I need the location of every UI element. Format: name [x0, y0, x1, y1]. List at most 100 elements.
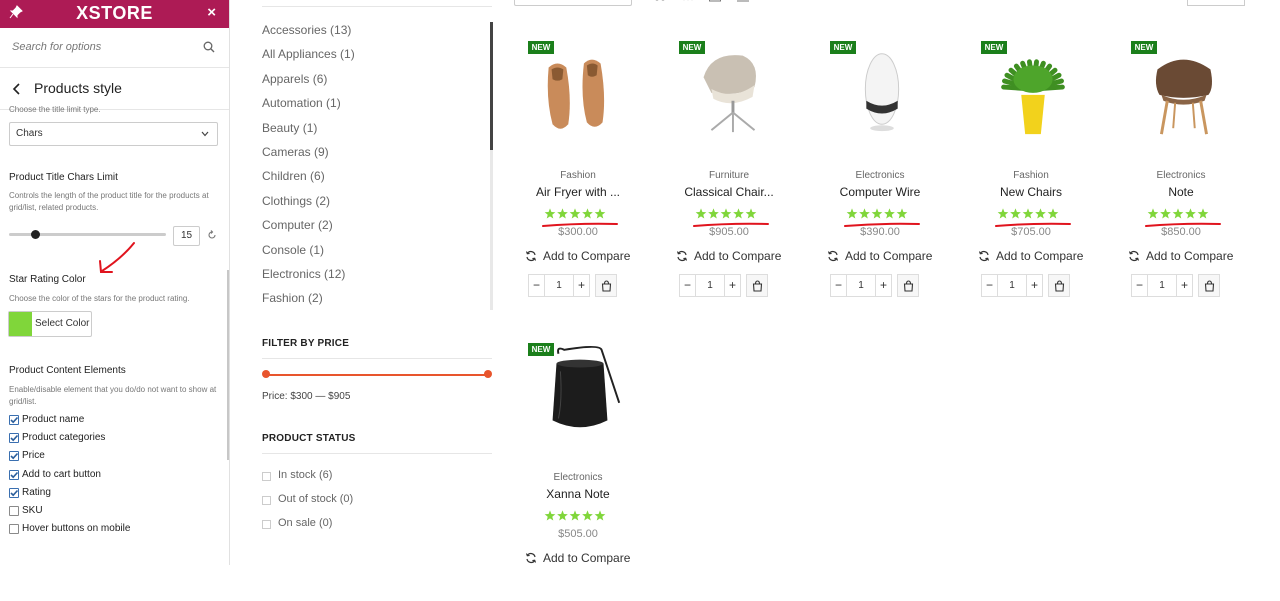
category-link[interactable]: Accessories (13) — [262, 23, 351, 37]
chevron-left-icon[interactable] — [12, 83, 22, 95]
product-card[interactable]: NEW Electronics Xanna Note $505.00 Add to Co… — [523, 341, 673, 601]
checkbox-checked[interactable] — [9, 451, 19, 462]
chars-limit-input[interactable]: 15 — [173, 226, 200, 246]
quantity-decrease-button[interactable]: − — [680, 275, 696, 296]
title-limit-select[interactable]: Chars — [9, 122, 218, 146]
add-to-compare-label: Add to Compare — [543, 551, 631, 565]
product-image[interactable] — [1134, 39, 1232, 139]
checkbox-unchecked[interactable] — [262, 520, 271, 529]
quantity-decrease-button[interactable]: − — [529, 275, 545, 296]
add-to-compare-button[interactable]: Add to Compare — [978, 249, 1098, 263]
add-to-compare-button[interactable]: Add to Compare — [525, 551, 645, 565]
checkbox-checked[interactable] — [9, 433, 19, 444]
add-to-cart-button[interactable] — [1198, 274, 1220, 297]
quantity-value[interactable]: 1 — [847, 275, 875, 296]
grid-3-view-icon[interactable] — [682, 0, 694, 2]
price-min-handle[interactable] — [262, 370, 270, 378]
product-category[interactable]: Furniture — [674, 170, 784, 181]
quantity-value[interactable]: 1 — [545, 275, 573, 296]
add-to-compare-button[interactable]: Add to Compare — [827, 249, 947, 263]
quantity-stepper[interactable]: −1 + — [830, 274, 892, 297]
category-link[interactable]: Children (6) — [262, 169, 325, 183]
product-image[interactable] — [531, 39, 629, 139]
add-to-compare-button[interactable]: Add to Compare — [525, 249, 645, 263]
category-link[interactable]: Electronics (12) — [262, 267, 345, 281]
category-link[interactable]: All Appliances (1) — [262, 47, 355, 61]
category-link[interactable]: Clothings (2) — [262, 194, 330, 208]
add-to-cart-button[interactable] — [746, 274, 768, 297]
quantity-value[interactable]: 1 — [696, 275, 724, 296]
category-link[interactable]: Beauty (1) — [262, 121, 317, 135]
add-to-cart-button[interactable] — [1048, 274, 1070, 297]
category-link[interactable]: Apparels (6) — [262, 72, 327, 86]
product-category[interactable]: Electronics — [825, 170, 935, 181]
product-name[interactable]: Computer Wire — [825, 185, 935, 199]
search-icon[interactable] — [203, 41, 215, 53]
product-image[interactable] — [531, 341, 629, 441]
quantity-increase-button[interactable]: + — [573, 275, 589, 296]
product-card[interactable]: NEW Electronics Computer Wire $390.00 Add to… — [825, 39, 975, 299]
add-to-cart-button[interactable] — [897, 274, 919, 297]
show-per-page-select[interactable] — [1187, 0, 1245, 6]
sidebar-scrollbar[interactable] — [227, 270, 229, 460]
product-name[interactable]: Note — [1126, 185, 1236, 199]
quantity-decrease-button[interactable]: − — [1132, 275, 1148, 296]
product-name[interactable]: Xanna Note — [523, 487, 633, 501]
quantity-value[interactable]: 1 — [1148, 275, 1176, 296]
checkbox-checked[interactable] — [9, 415, 19, 425]
checkbox-checked[interactable] — [9, 469, 19, 480]
price-max-handle[interactable] — [484, 370, 492, 378]
checkbox-unchecked[interactable] — [262, 472, 271, 481]
search-input[interactable] — [10, 40, 190, 54]
list-view-icon[interactable] — [737, 0, 749, 2]
checkbox-unchecked[interactable] — [262, 496, 271, 505]
product-card[interactable]: NEW Fashion New Chairs $705.00 Add to Compar… — [976, 39, 1126, 299]
quantity-increase-button[interactable]: + — [875, 275, 891, 296]
product-card[interactable]: NEW Electronics Note $850.00 Add to Compare −… — [1126, 39, 1276, 299]
product-category[interactable]: Electronics — [523, 472, 633, 483]
product-card[interactable]: NEW Fashion Air Fryer with ... $300.00 Add t… — [523, 39, 673, 299]
product-name[interactable]: Classical Chair... — [674, 185, 784, 199]
quantity-decrease-button[interactable]: − — [831, 275, 847, 296]
category-link[interactable]: Computer (2) — [262, 218, 333, 232]
grid-4-view-icon[interactable] — [709, 0, 721, 2]
category-link[interactable]: Fashion (2) — [262, 291, 323, 305]
content-element-label: Product categories — [22, 432, 106, 444]
checkbox-unchecked[interactable] — [9, 524, 19, 535]
select-color-button[interactable]: Select Color — [8, 311, 92, 337]
price-slider-track[interactable] — [265, 374, 489, 376]
product-image[interactable] — [984, 39, 1082, 139]
quantity-increase-button[interactable]: + — [1026, 275, 1042, 296]
product-card[interactable]: NEW Furniture Classical Chair... $905.00 Add… — [674, 39, 824, 299]
category-link[interactable]: Automation (1) — [262, 96, 341, 110]
quantity-stepper[interactable]: −1 + — [528, 274, 590, 297]
product-category[interactable]: Fashion — [523, 170, 633, 181]
sort-select[interactable] — [514, 0, 632, 6]
category-link[interactable]: Console (1) — [262, 243, 324, 257]
add-to-compare-button[interactable]: Add to Compare — [676, 249, 796, 263]
checkbox-unchecked[interactable] — [9, 506, 19, 516]
product-image[interactable] — [682, 39, 780, 139]
quantity-increase-button[interactable]: + — [1176, 275, 1192, 296]
close-icon[interactable]: × — [207, 4, 216, 22]
quantity-decrease-button[interactable]: − — [982, 275, 998, 296]
product-name[interactable]: Air Fryer with ... — [523, 185, 633, 199]
reset-icon[interactable] — [207, 230, 217, 240]
add-to-cart-button[interactable] — [595, 274, 617, 297]
grid-view-icon[interactable] — [654, 0, 666, 2]
product-name[interactable]: New Chairs — [976, 185, 1086, 199]
product-category[interactable]: Electronics — [1126, 170, 1236, 181]
checkbox-checked[interactable] — [9, 487, 19, 498]
quantity-value[interactable]: 1 — [998, 275, 1026, 296]
quantity-stepper[interactable]: −1 + — [679, 274, 741, 297]
add-to-compare-button[interactable]: Add to Compare — [1128, 249, 1248, 263]
product-image[interactable] — [833, 39, 931, 139]
category-scrollbar[interactable] — [490, 22, 493, 150]
product-category[interactable]: Fashion — [976, 170, 1086, 181]
quantity-increase-button[interactable]: + — [724, 275, 740, 296]
quantity-stepper[interactable]: −1 + — [981, 274, 1043, 297]
star-icon — [1160, 208, 1171, 219]
chars-limit-slider-handle[interactable] — [31, 230, 40, 239]
quantity-stepper[interactable]: −1 + — [1131, 274, 1193, 297]
category-link[interactable]: Cameras (9) — [262, 145, 329, 159]
